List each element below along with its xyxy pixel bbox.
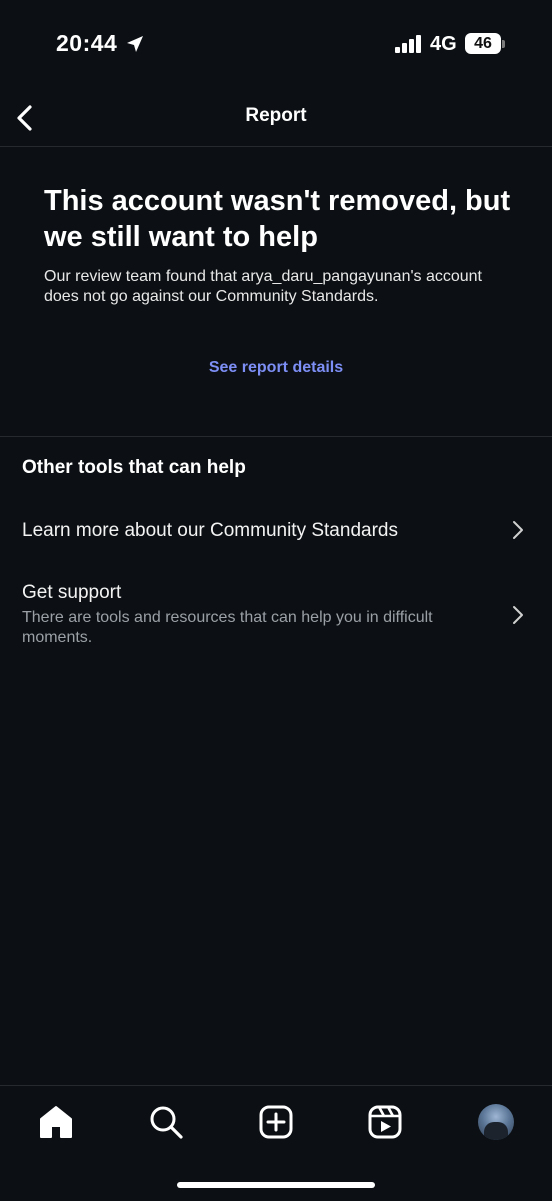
- status-time: 20:44: [56, 30, 118, 56]
- tab-reels[interactable]: [365, 1102, 405, 1142]
- get-support-item[interactable]: Get support There are tools and resource…: [0, 572, 552, 656]
- create-post-icon: [259, 1105, 293, 1139]
- nav-header: Report: [0, 90, 552, 147]
- other-tools-heading: Other tools that can help: [22, 457, 246, 478]
- tab-profile[interactable]: [476, 1102, 516, 1142]
- get-support-subtitle: There are tools and resources that can h…: [22, 609, 433, 646]
- community-standards-title: Learn more about our Community Standards: [22, 520, 398, 541]
- tab-home[interactable]: [36, 1102, 76, 1142]
- battery-cap: [502, 40, 505, 48]
- reels-icon: [368, 1105, 402, 1139]
- community-standards-item[interactable]: Learn more about our Community Standards: [0, 505, 552, 555]
- status-bar: 20:44 4G 46: [0, 0, 552, 90]
- result-description: Our review team found that arya_daru_pan…: [44, 268, 482, 305]
- result-headline: This account wasn't removed, but we stil…: [44, 185, 511, 253]
- get-support-title: Get support: [22, 582, 122, 603]
- tab-create[interactable]: [256, 1102, 296, 1142]
- page-title: Report: [245, 105, 307, 126]
- tab-search[interactable]: [146, 1102, 186, 1142]
- home-icon: [40, 1106, 72, 1138]
- location-arrow-icon: [127, 36, 143, 52]
- report-result-section: This account wasn't removed, but we stil…: [0, 147, 552, 437]
- home-indicator: [177, 1182, 375, 1188]
- profile-avatar: [478, 1104, 514, 1140]
- cellular-signal-icon: [395, 35, 421, 53]
- network-type: 4G: [430, 33, 457, 55]
- battery-indicator: 46: [465, 33, 501, 54]
- search-icon: [150, 1106, 183, 1139]
- see-report-details-link[interactable]: See report details: [0, 359, 552, 377]
- chevron-right-icon: [513, 606, 523, 624]
- chevron-right-icon: [513, 521, 523, 539]
